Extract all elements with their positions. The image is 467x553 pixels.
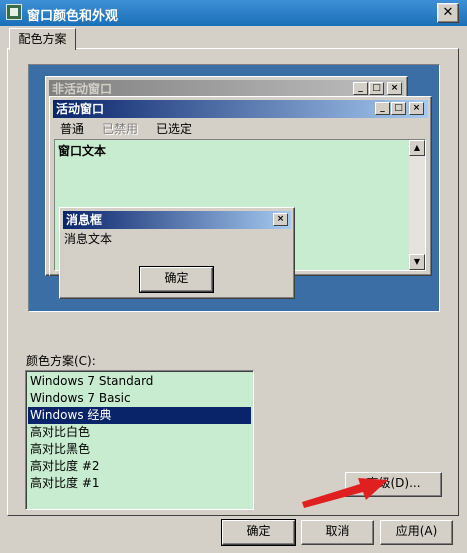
message-box-title: 消息框 (66, 213, 103, 227)
color-scheme-label: 颜色方案(C): (26, 354, 96, 368)
scheme-item-windows7-basic[interactable]: Windows 7 Basic (28, 390, 251, 407)
active-window-title: 活动窗口 (56, 102, 105, 116)
tab-color-scheme[interactable]: 配色方案 (9, 28, 76, 50)
cancel-button[interactable]: 取消 (301, 520, 374, 545)
scroll-down-icon: ▼ (409, 254, 425, 270)
close-button[interactable]: ✕ (437, 3, 459, 23)
apply-button[interactable]: 应用(A) (380, 520, 453, 545)
scheme-item-high-contrast-white[interactable]: 高对比白色 (28, 424, 251, 441)
scheme-item-windows7-standard[interactable]: Windows 7 Standard (28, 373, 251, 390)
annotation-arrow-icon (302, 478, 388, 508)
tab-label: 配色方案 (18, 32, 67, 46)
vertical-scrollbar: ▲ ▼ (409, 140, 425, 270)
scroll-up-icon: ▲ (409, 140, 425, 156)
window-title: 窗口颜色和外观 (27, 9, 119, 24)
message-box-titlebar: 消息框 × (63, 211, 291, 229)
scheme-item-high-contrast-black[interactable]: 高对比黑色 (28, 441, 251, 458)
scheme-item-windows-classic[interactable]: Windows 经典 (28, 407, 251, 424)
window-text: 窗口文本 (58, 144, 107, 158)
message-box-preview: 消息框 × 消息文本 确定 (59, 207, 295, 299)
menu-disabled: 已禁用 (102, 122, 139, 136)
menu-normal: 普通 (60, 122, 85, 136)
title-bar: 窗口颜色和外观 ✕ (0, 0, 467, 26)
app-icon (6, 4, 22, 20)
minimize-icon: _ (353, 82, 368, 95)
close-icon: × (409, 102, 424, 115)
scheme-item-high-contrast-2[interactable]: 高对比度 #2 (28, 458, 251, 475)
scheme-item-high-contrast-1[interactable]: 高对比度 #1 (28, 475, 251, 492)
message-text: 消息文本 (64, 232, 113, 246)
maximize-icon: □ (369, 82, 384, 95)
close-icon: ✕ (442, 5, 454, 20)
active-window-titlebar: 活动窗口 _ □ × (53, 100, 428, 118)
preview-menubar: 普通 已禁用 已选定 (54, 120, 204, 138)
message-ok-button: 确定 (140, 267, 213, 292)
ok-button[interactable]: 确定 (222, 520, 295, 545)
close-icon: × (387, 82, 402, 95)
appearance-dialog: 窗口颜色和外观 ✕ 配色方案 非活动窗口 _ □ × 活动窗口 _ □ × 普通… (0, 0, 467, 553)
close-icon: × (273, 213, 288, 226)
minimize-icon: _ (375, 102, 390, 115)
inactive-window-title: 非活动窗口 (52, 82, 113, 96)
maximize-icon: □ (391, 102, 406, 115)
color-scheme-list[interactable]: Windows 7 Standard Windows 7 Basic Windo… (25, 370, 254, 510)
menu-selected: 已选定 (156, 122, 193, 136)
